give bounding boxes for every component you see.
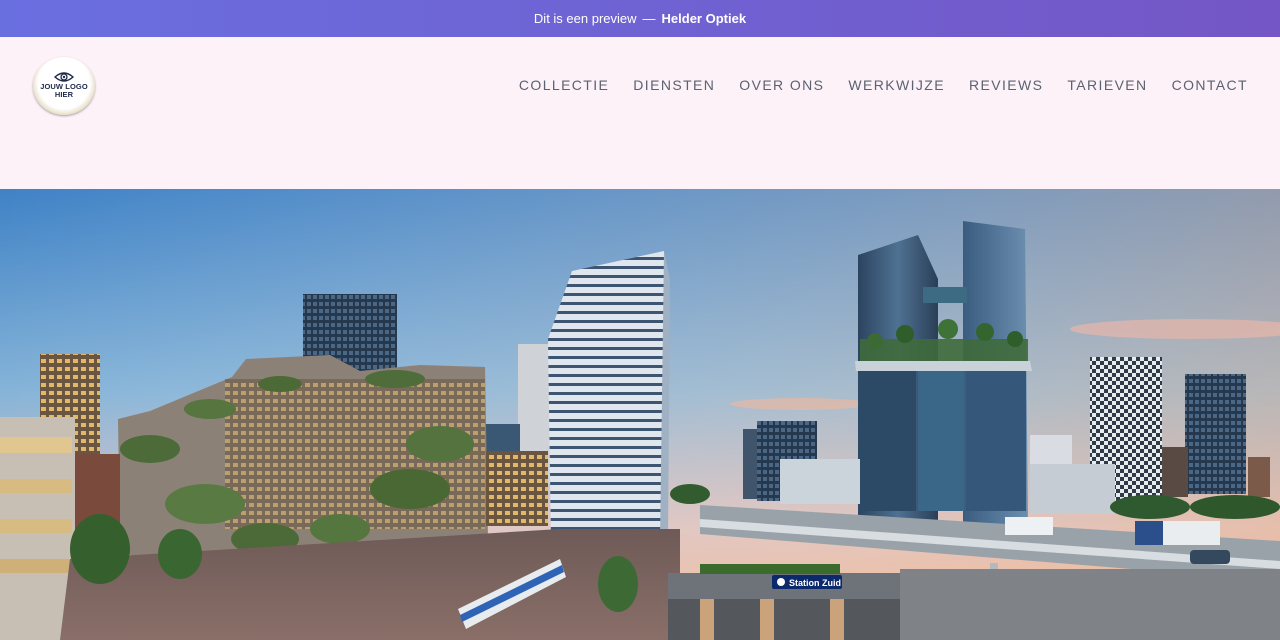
preview-banner-separator: — <box>642 11 656 26</box>
preview-banner-brand: Helder Optiek <box>661 11 747 26</box>
nav-item-werkwijze[interactable]: WERKWIJZE <box>848 77 945 93</box>
station-sign-text: Station Zuid <box>789 578 841 588</box>
eye-icon <box>54 71 74 82</box>
nav-item-diensten[interactable]: DIENSTEN <box>633 77 715 93</box>
nav-item-tarieven[interactable]: TARIEVEN <box>1067 77 1147 93</box>
site-header: JOUW LOGO HIER COLLECTIE DIENSTEN OVER O… <box>0 37 1280 189</box>
site-logo[interactable]: JOUW LOGO HIER <box>33 57 95 115</box>
preview-banner-text: Dit is een preview <box>533 11 637 26</box>
nav-item-collectie[interactable]: COLLECTIE <box>519 77 609 93</box>
nav-item-contact[interactable]: CONTACT <box>1172 77 1248 93</box>
logo-text-line2: HIER <box>54 90 74 99</box>
nav-item-over-ons[interactable]: OVER ONS <box>739 77 824 93</box>
preview-banner: Dit is een preview — Helder Optiek <box>0 0 1280 37</box>
nav-item-reviews[interactable]: REVIEWS <box>969 77 1043 93</box>
hero-image: Station Zuid <box>0 189 1280 640</box>
main-navigation: COLLECTIE DIENSTEN OVER ONS WERKWIJZE RE… <box>495 77 1248 93</box>
